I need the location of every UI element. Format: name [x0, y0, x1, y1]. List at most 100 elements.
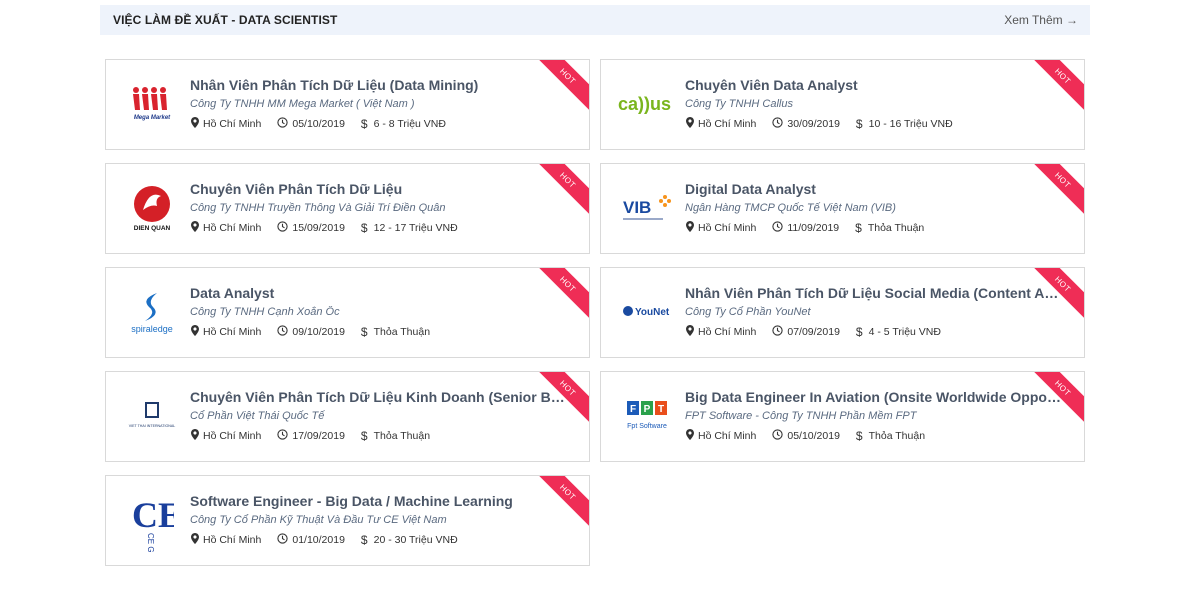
salary-text: Thỏa Thuận	[867, 222, 925, 234]
job-title[interactable]: Chuyên Viên Data Analyst	[685, 77, 1061, 93]
job-card[interactable]: YouNet Nhân Viên Phân Tích Dữ Liệu Socia…	[600, 267, 1085, 358]
callus-logo[interactable]: ca))us	[617, 74, 677, 134]
posted-date: 09/10/2019	[277, 325, 345, 339]
date-text: 17/09/2019	[292, 430, 345, 442]
vib-logo[interactable]: VIB	[617, 178, 677, 238]
dollar-icon: $	[855, 117, 863, 131]
company-name[interactable]: Ngân Hàng TMCP Quốc Tế Việt Nam (VIB)	[685, 202, 1055, 214]
clock-icon	[772, 429, 787, 443]
location-text: Hồ Chí Minh	[698, 326, 757, 338]
location-text: Hồ Chí Minh	[203, 222, 262, 234]
fpt-software-logo[interactable]: F P T Fpt Software	[617, 386, 677, 446]
see-more-link[interactable]: Xem Thêm →	[1004, 13, 1078, 27]
logo-text: CE Group	[146, 533, 155, 553]
section-title: VIỆC LÀM ĐỀ XUẤT - DATA SCIENTIST	[113, 13, 338, 27]
hot-label: HOT	[1053, 274, 1073, 294]
dollar-icon: $	[855, 325, 863, 339]
company-name[interactable]: FPT Software - Công Ty TNHH Phần Mềm FPT	[685, 410, 1055, 422]
hot-label: HOT	[558, 66, 578, 86]
location: Hồ Chí Minh	[191, 325, 261, 339]
job-card[interactable]: spiraledge Data Analyst Công Ty TNHH Cạn…	[105, 267, 590, 358]
posted-date: 05/10/2019	[772, 429, 840, 443]
logo-text: VIB	[623, 198, 651, 217]
job-title[interactable]: Nhân Viên Phân Tích Dữ Liệu Social Media…	[685, 285, 1061, 301]
hot-label: HOT	[558, 378, 578, 398]
salary-text: Thỏa Thuận	[373, 326, 431, 338]
job-meta: Hồ Chí Minh 07/09/2019 $ 4 - 5 Triệu VNĐ	[686, 325, 957, 339]
job-title[interactable]: Software Engineer - Big Data / Machine L…	[190, 493, 566, 509]
date-text: 05/10/2019	[787, 430, 840, 442]
map-pin-icon	[191, 429, 203, 443]
date-text: 15/09/2019	[292, 222, 345, 234]
svg-text:F: F	[630, 404, 636, 415]
dien-quan-logo[interactable]: DIEN QUAN	[122, 178, 182, 238]
job-title[interactable]: Chuyên Viên Phân Tích Dữ Liệu	[190, 181, 566, 197]
company-name[interactable]: Công Ty Cổ Phần Kỹ Thuật Và Đầu Tư CE Vi…	[190, 514, 560, 526]
salary: $ Thỏa Thuận	[855, 221, 924, 235]
logo-text: ca))us	[618, 94, 671, 114]
location-text: Hồ Chí Minh	[203, 118, 262, 130]
job-meta: Hồ Chí Minh 05/10/2019 $ Thỏa Thuận	[686, 429, 941, 443]
date-text: 09/10/2019	[292, 326, 345, 338]
job-card[interactable]: VIB Digital Data Analyst Ngân Hàng TMCP …	[600, 163, 1085, 254]
job-title[interactable]: Data Analyst	[190, 285, 566, 301]
salary: $ 6 - 8 Triệu VNĐ	[361, 117, 446, 131]
job-card[interactable]: VIET THAI INTERNATIONAL Chuyên Viên Phân…	[105, 371, 590, 462]
logo-text: Mega Market	[134, 115, 171, 121]
location: Hồ Chí Minh	[686, 117, 756, 131]
location: Hồ Chí Minh	[191, 429, 261, 443]
posted-date: 11/09/2019	[772, 221, 839, 235]
posted-date: 15/09/2019	[277, 221, 345, 235]
company-name[interactable]: Công Ty Cổ Phần YouNet	[685, 306, 1055, 318]
posted-date: 07/09/2019	[772, 325, 840, 339]
company-name[interactable]: Công Ty TNHH MM Mega Market ( Việt Nam )	[190, 98, 560, 110]
location: Hồ Chí Minh	[686, 221, 756, 235]
company-name[interactable]: Công Ty TNHH Callus	[685, 98, 1055, 110]
job-meta: Hồ Chí Minh 01/10/2019 $ 20 - 30 Triệu V…	[191, 533, 474, 547]
location-text: Hồ Chí Minh	[698, 430, 757, 442]
company-name[interactable]: Công Ty TNHH Cạnh Xoắn Ốc	[190, 306, 560, 318]
clock-icon	[277, 533, 292, 547]
dollar-icon: $	[360, 429, 368, 443]
map-pin-icon	[191, 533, 203, 547]
map-pin-icon	[191, 221, 203, 235]
location-text: Hồ Chí Minh	[698, 222, 757, 234]
salary-text: 12 - 17 Triệu VNĐ	[373, 222, 458, 234]
salary-text: 20 - 30 Triệu VNĐ	[373, 534, 458, 546]
job-meta: Hồ Chí Minh 09/10/2019 $ Thỏa Thuận	[191, 325, 446, 339]
dollar-icon: $	[360, 325, 368, 339]
viet-thai-logo[interactable]: VIET THAI INTERNATIONAL	[122, 386, 182, 446]
job-title[interactable]: Chuyên Viên Phân Tích Dữ Liệu Kinh Doanh…	[190, 389, 566, 405]
svg-text:T: T	[658, 404, 664, 415]
section-header: VIỆC LÀM ĐỀ XUẤT - DATA SCIENTIST Xem Th…	[100, 5, 1090, 35]
location: Hồ Chí Minh	[686, 429, 756, 443]
clock-icon	[277, 325, 292, 339]
job-card[interactable]: DIEN QUAN Chuyên Viên Phân Tích Dữ Liệu …	[105, 163, 590, 254]
salary-text: Thỏa Thuận	[868, 430, 926, 442]
date-text: 01/10/2019	[292, 534, 345, 546]
company-name[interactable]: Cổ Phần Việt Thái Quốc Tế	[190, 410, 560, 422]
hot-label: HOT	[1053, 170, 1073, 190]
clock-icon	[277, 117, 292, 131]
job-title[interactable]: Digital Data Analyst	[685, 181, 1061, 197]
salary: $ Thỏa Thuận	[856, 429, 925, 443]
job-title[interactable]: Big Data Engineer In Aviation (Onsite Wo…	[685, 389, 1061, 405]
mm-mega-market-logo[interactable]: Mega Market	[122, 74, 182, 134]
dollar-icon: $	[360, 117, 368, 131]
map-pin-icon	[191, 325, 203, 339]
salary-text: 6 - 8 Triệu VNĐ	[373, 118, 446, 130]
job-card[interactable]: CE CE Group Software Engineer - Big Data…	[105, 475, 590, 566]
job-card[interactable]: ca))us Chuyên Viên Data Analyst Công Ty …	[600, 59, 1085, 150]
salary: $ 4 - 5 Triệu VNĐ	[856, 325, 941, 339]
date-text: 05/10/2019	[292, 118, 345, 130]
location-text: Hồ Chí Minh	[203, 326, 262, 338]
salary: $ Thỏa Thuận	[361, 325, 430, 339]
spiraledge-logo[interactable]: spiraledge	[122, 282, 182, 342]
company-name[interactable]: Công Ty TNHH Truyền Thông Và Giải Trí Đi…	[190, 202, 560, 214]
job-title[interactable]: Nhân Viên Phân Tích Dữ Liệu (Data Mining…	[190, 77, 566, 93]
ce-group-logo[interactable]: CE CE Group	[122, 490, 182, 553]
job-card[interactable]: F P T Fpt Software Big Data Engineer In …	[600, 371, 1085, 462]
younet-logo[interactable]: YouNet	[617, 282, 677, 342]
job-card[interactable]: Mega Market Nhân Viên Phân Tích Dữ Liệu …	[105, 59, 590, 150]
job-meta: Hồ Chí Minh 30/09/2019 $ 10 - 16 Triệu V…	[686, 117, 969, 131]
